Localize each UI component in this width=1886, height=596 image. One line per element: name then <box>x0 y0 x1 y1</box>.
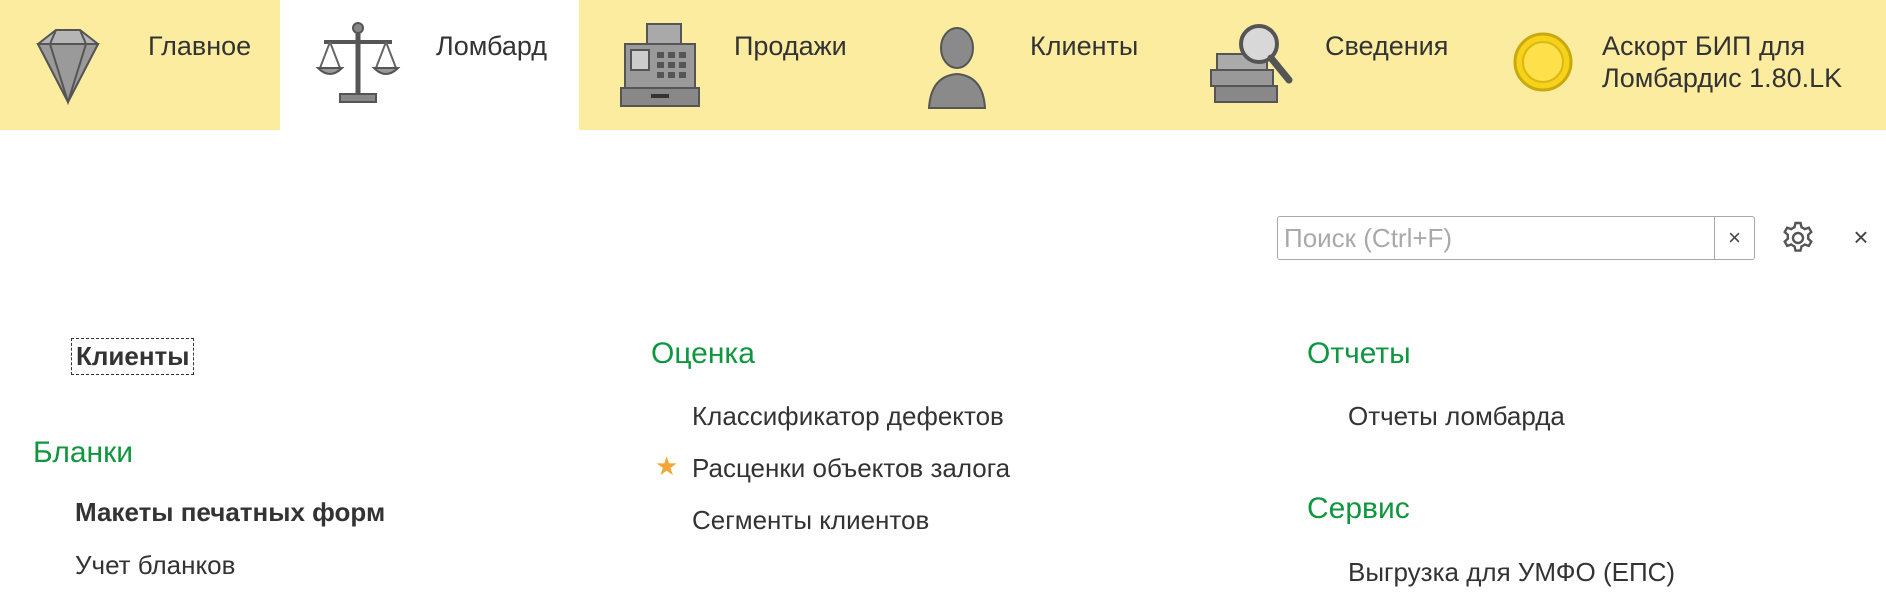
tab-pawnshop[interactable]: Ломбард <box>280 0 579 130</box>
diamond-icon <box>36 29 100 106</box>
tab-about-label: Аскорт БИП для Ломбардис 1.80.LK <box>1602 30 1842 94</box>
defects-classifier-link[interactable]: Классификатор дефектов <box>692 401 1004 432</box>
search-clear-button[interactable]: × <box>1714 217 1754 259</box>
client-segments-link[interactable]: Сегменты клиентов <box>692 505 929 536</box>
tab-about[interactable]: Аскорт БИП для Ломбардис 1.80.LK <box>1479 0 1886 130</box>
search-box: × <box>1277 216 1755 260</box>
tab-about-label-line1: Аскорт БИП для <box>1602 31 1806 61</box>
search-input[interactable] <box>1278 217 1714 259</box>
service-heading: Сервис <box>1307 492 1410 525</box>
tab-info-label: Сведения <box>1325 31 1449 61</box>
cash-register-icon <box>620 23 700 107</box>
tab-about-label-line2: Ломбардис 1.80.LK <box>1602 63 1843 93</box>
scales-icon <box>315 22 401 103</box>
tab-sales[interactable]: Продажи <box>579 0 879 130</box>
tab-clients-label: Клиенты <box>1030 31 1139 61</box>
clients-link[interactable]: Клиенты <box>70 338 195 375</box>
umfo-export-link[interactable]: Выгрузка для УМФО (ЕПС) <box>1348 557 1675 588</box>
evaluation-heading: Оценка <box>651 337 755 370</box>
blanks-heading: Бланки <box>33 436 133 469</box>
close-button[interactable]: × <box>1846 222 1876 252</box>
favorite-star-icon[interactable]: ★ <box>655 451 678 482</box>
tab-info[interactable]: Сведения <box>1179 0 1479 130</box>
person-icon <box>927 27 987 109</box>
sections-panel: Главное Ломбард Продажи Клиенты Сведения… <box>0 0 1886 130</box>
gear-icon[interactable] <box>1780 220 1816 256</box>
blanks-accounting-link[interactable]: Учет бланков <box>75 550 235 581</box>
tab-pawnshop-label: Ломбард <box>436 31 548 61</box>
tab-main[interactable]: Главное <box>0 0 280 130</box>
tab-sales-label: Продажи <box>734 31 847 61</box>
pledge-prices-link[interactable]: Расценки объектов залога <box>692 453 1010 484</box>
reports-heading: Отчеты <box>1307 337 1411 370</box>
pawnshop-reports-link[interactable]: Отчеты ломбарда <box>1348 401 1565 432</box>
print-templates-link[interactable]: Макеты печатных форм <box>75 497 385 528</box>
coin-icon <box>1513 32 1573 92</box>
tab-clients[interactable]: Клиенты <box>879 0 1179 130</box>
books-magnifier-icon <box>1210 24 1293 103</box>
tab-main-label: Главное <box>148 31 252 61</box>
